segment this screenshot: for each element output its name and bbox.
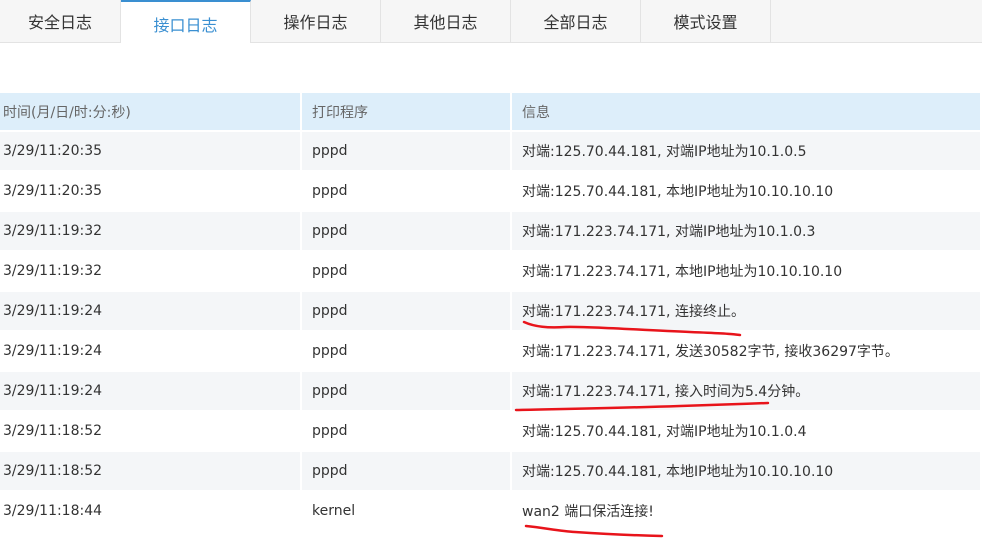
cell-time: 3/29/11:18:52 — [0, 412, 302, 452]
log-tab-bar: 安全日志 接口日志 操作日志 其他日志 全部日志 模式设置 — [0, 0, 982, 43]
column-header-program: 打印程序 — [302, 93, 512, 132]
cell-time: 3/29/11:19:32 — [0, 252, 302, 292]
cell-program: pppd — [302, 412, 512, 452]
cell-time: 3/29/11:19:24 — [0, 372, 302, 412]
table-row: 3/29/11:18:44 kernel wan2 端口保活连接! — [0, 492, 982, 532]
table-row: 3/29/11:19:32 pppd 对端:171.223.74.171, 本地… — [0, 252, 982, 292]
cell-time: 3/29/11:19:24 — [0, 332, 302, 372]
cell-info: 对端:171.223.74.171, 对端IP地址为10.1.0.3 — [512, 212, 982, 252]
cell-time: 3/29/11:18:52 — [0, 452, 302, 492]
cell-program: pppd — [302, 292, 512, 332]
table-row: 3/29/11:20:35 pppd 对端:125.70.44.181, 对端I… — [0, 132, 982, 172]
cell-info: 对端:125.70.44.181, 本地IP地址为10.10.10.10 — [512, 172, 982, 212]
cell-info: 对端:125.70.44.181, 对端IP地址为10.1.0.5 — [512, 132, 982, 172]
table-row: 3/29/11:20:35 pppd 对端:125.70.44.181, 本地I… — [0, 172, 982, 212]
cell-program: pppd — [302, 452, 512, 492]
tab-bar-filler — [771, 0, 982, 42]
table-row: 3/29/11:19:24 pppd 对端:171.223.74.171, 发送… — [0, 332, 982, 372]
cell-program: pppd — [302, 132, 512, 172]
cell-info: 对端:171.223.74.171, 发送30582字节, 接收36297字节。 — [512, 332, 982, 372]
cell-program: pppd — [302, 332, 512, 372]
tab-other-log[interactable]: 其他日志 — [381, 0, 511, 42]
cell-time: 3/29/11:20:35 — [0, 172, 302, 212]
cell-time: 3/29/11:20:35 — [0, 132, 302, 172]
tab-interface-log[interactable]: 接口日志 — [121, 0, 251, 43]
table-row: 3/29/11:18:52 pppd 对端:125.70.44.181, 对端I… — [0, 412, 982, 452]
column-header-time: 时间(月/日/时:分:秒) — [0, 93, 302, 132]
cell-info: 对端:125.70.44.181, 本地IP地址为10.10.10.10 — [512, 452, 982, 492]
cell-info: 对端:171.223.74.171, 接入时间为5.4分钟。 — [512, 372, 982, 412]
table-row: 3/29/11:19:24 pppd 对端:171.223.74.171, 接入… — [0, 372, 982, 412]
cell-info: 对端:171.223.74.171, 连接终止。 — [512, 292, 982, 332]
cell-program: pppd — [302, 372, 512, 412]
cell-info: wan2 端口保活连接! — [512, 492, 982, 532]
cell-program: pppd — [302, 252, 512, 292]
cell-time: 3/29/11:19:32 — [0, 212, 302, 252]
table-row: 3/29/11:18:52 pppd 对端:125.70.44.181, 本地I… — [0, 452, 982, 492]
tab-all-log[interactable]: 全部日志 — [511, 0, 641, 42]
tab-security-log[interactable]: 安全日志 — [0, 0, 121, 42]
table-row: 3/29/11:19:32 pppd 对端:171.223.74.171, 对端… — [0, 212, 982, 252]
cell-info: 对端:171.223.74.171, 本地IP地址为10.10.10.10 — [512, 252, 982, 292]
table-row: 3/29/11:19:24 pppd 对端:171.223.74.171, 连接… — [0, 292, 982, 332]
cell-program: pppd — [302, 172, 512, 212]
cell-program: kernel — [302, 492, 512, 532]
cell-program: pppd — [302, 212, 512, 252]
table-header-row: 时间(月/日/时:分:秒) 打印程序 信息 — [0, 93, 982, 132]
cell-time: 3/29/11:18:44 — [0, 492, 302, 532]
cell-time: 3/29/11:19:24 — [0, 292, 302, 332]
tab-mode-settings[interactable]: 模式设置 — [641, 0, 771, 42]
log-table: 时间(月/日/时:分:秒) 打印程序 信息 3/29/11:20:35 pppd… — [0, 93, 982, 532]
tab-operation-log[interactable]: 操作日志 — [251, 0, 381, 42]
cell-info: 对端:125.70.44.181, 对端IP地址为10.1.0.4 — [512, 412, 982, 452]
column-header-info: 信息 — [512, 93, 982, 132]
